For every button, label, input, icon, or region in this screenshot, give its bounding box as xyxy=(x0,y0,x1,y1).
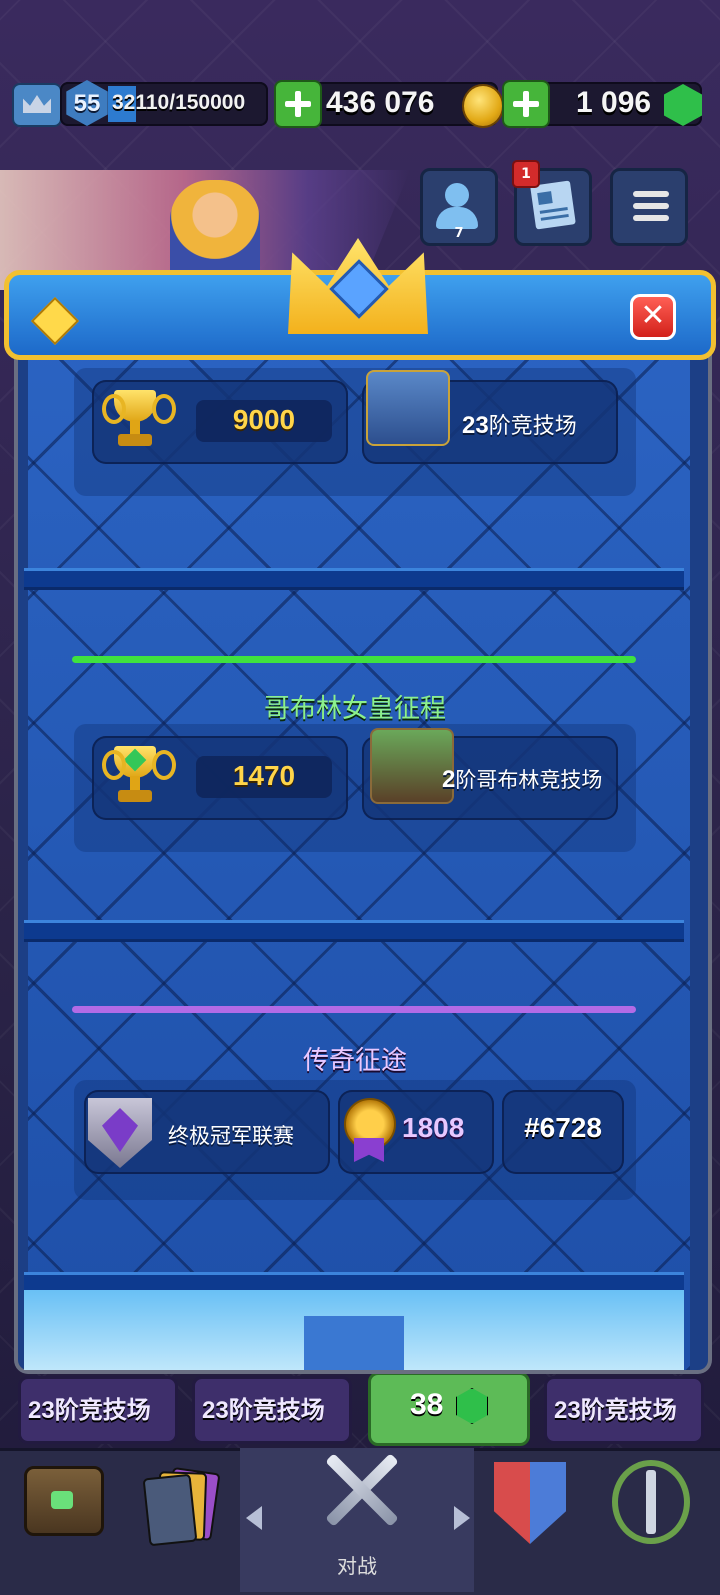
nav-left-arrow-icon[interactable] xyxy=(246,1506,262,1530)
legend-rank: #6728 xyxy=(524,1112,602,1143)
events-icon[interactable] xyxy=(612,1460,690,1544)
newspaper-icon xyxy=(530,180,576,230)
legend-path-bar xyxy=(72,1006,636,1013)
buy-gold-button[interactable] xyxy=(274,80,322,128)
castle-icon xyxy=(304,1316,404,1370)
friends-button[interactable]: 7 xyxy=(420,168,498,246)
league-label: 终极冠军联赛 xyxy=(168,1124,294,1148)
profile-button[interactable] xyxy=(12,83,62,127)
crown-icon xyxy=(23,95,51,113)
arena-card-label: 23阶竞技场 xyxy=(554,1396,677,1424)
nav-right-arrow-icon[interactable] xyxy=(454,1506,470,1530)
gold-amount: 436 076 xyxy=(326,86,435,119)
reward-gem-value: 38 xyxy=(410,1388,444,1421)
menu-button[interactable] xyxy=(610,168,688,246)
reward-card[interactable] xyxy=(368,1372,530,1446)
goblin-path-bar xyxy=(72,656,636,663)
medal-icon xyxy=(344,1098,396,1162)
goblin-trophy-icon xyxy=(102,746,176,804)
xp-value: 32110/150000 xyxy=(112,91,246,114)
legend-rating: 1808 xyxy=(402,1112,465,1143)
goblin-path-title: 哥布林女皇征程 xyxy=(263,694,446,724)
section-divider xyxy=(24,568,684,590)
level-number: 55 xyxy=(73,90,101,117)
chest-icon[interactable] xyxy=(24,1466,104,1536)
goblin-arena-label: 2阶哥布林竞技场 xyxy=(442,766,603,793)
section-divider xyxy=(24,920,684,942)
friends-count: 7 xyxy=(454,226,464,241)
arena-23-icon xyxy=(366,370,450,446)
legend-path-title: 传奇征途 xyxy=(302,1046,407,1076)
buy-gems-button[interactable] xyxy=(502,80,550,128)
gems-amount: 1 096 xyxy=(576,86,652,119)
cards-icon[interactable] xyxy=(142,1466,221,1547)
hamburger-icon xyxy=(633,191,669,197)
friend-icon xyxy=(445,183,469,207)
arena-card-label: 23阶竞技场 xyxy=(202,1396,325,1424)
nav-battle-label: 对战 xyxy=(337,1554,377,1578)
goblin-trophies: 1470 xyxy=(232,760,296,791)
gold-coin-icon xyxy=(462,84,504,128)
swords-icon[interactable] xyxy=(316,1444,406,1534)
arena-card-label: 23阶竞技场 xyxy=(28,1396,151,1424)
news-notification-badge: 1 xyxy=(512,160,540,188)
trophy-icon xyxy=(102,390,176,448)
ranked-arena-label: 23阶竞技场 xyxy=(462,412,577,439)
character-art xyxy=(170,180,260,280)
close-button[interactable]: ✕ xyxy=(630,294,676,340)
ranked-trophies: 9000 xyxy=(232,404,296,435)
